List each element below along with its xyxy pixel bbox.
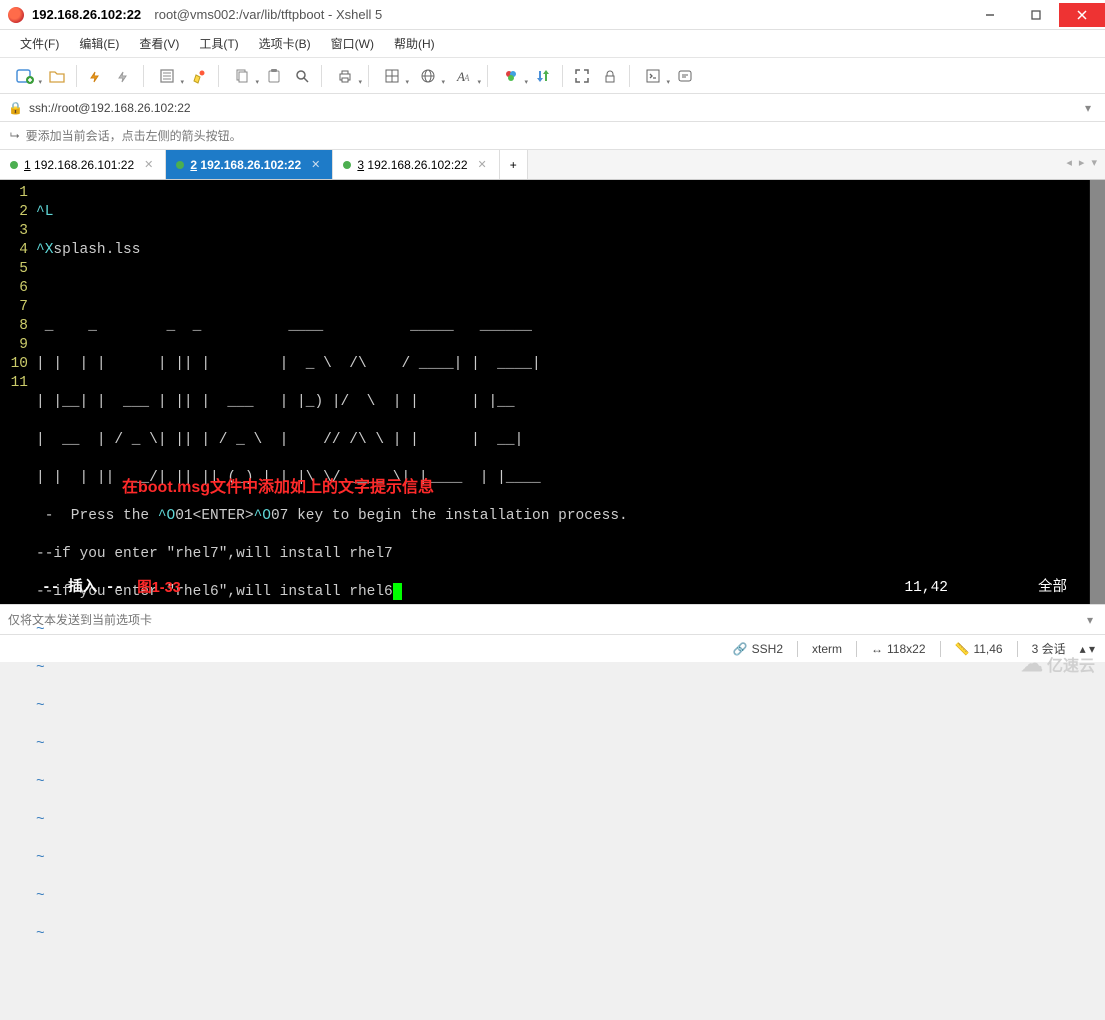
vim-position: 11,42 (904, 579, 948, 598)
tab-close-icon[interactable]: ✕ (144, 158, 153, 171)
title-host: 192.168.26.102:22 (32, 7, 141, 22)
app-icon (8, 7, 24, 23)
terminal-scrollbar[interactable] (1089, 180, 1105, 604)
hint-arrow-icon[interactable]: ⮡ (10, 128, 20, 143)
menu-view[interactable]: 查看(V) (131, 31, 187, 56)
print-button[interactable]: ▾ (328, 62, 362, 90)
disconnect-button[interactable] (111, 62, 137, 90)
toolbar: ▾ ▾ ▾ ▾ ▾ ▾ AA▾ ▾ ▾ (0, 58, 1105, 94)
copy-button[interactable]: ▾ (225, 62, 259, 90)
menu-tabs[interactable]: 选项卡(B) (251, 31, 319, 56)
close-button[interactable] (1059, 3, 1105, 27)
color-button[interactable]: ▾ (494, 62, 528, 90)
watermark: ☁ 亿速云 (1021, 651, 1095, 677)
font-button[interactable]: AA▾ (447, 62, 481, 90)
highlight-button[interactable] (186, 62, 212, 90)
properties-button[interactable]: ▾ (150, 62, 184, 90)
cloud-icon: ☁ (1021, 651, 1043, 677)
maximize-button[interactable] (1013, 3, 1059, 27)
transfer-button[interactable] (530, 62, 556, 90)
tab-3[interactable]: 3 192.168.26.102:22 ✕ (333, 150, 499, 179)
tab-add[interactable]: + (500, 150, 528, 179)
menu-window[interactable]: 窗口(W) (323, 31, 382, 56)
layout-button[interactable]: ▾ (375, 62, 409, 90)
svg-text:A: A (463, 73, 470, 83)
annotation-text: 在boot.msg文件中添加如上的文字提示信息 (122, 478, 434, 497)
title-path: root@vms002:/var/lib/tftpboot - Xshell 5 (147, 7, 382, 22)
menu-file[interactable]: 文件(F) (12, 31, 67, 56)
titlebar: 192.168.26.102:22 root@vms002:/var/lib/t… (0, 0, 1105, 30)
script-button[interactable]: ▾ (636, 62, 670, 90)
vim-mode: -- 插入 -- (42, 579, 123, 598)
open-button[interactable] (44, 62, 70, 90)
vim-percent: 全部 (1038, 579, 1067, 598)
compose-button[interactable] (672, 62, 698, 90)
fullscreen-button[interactable] (569, 62, 595, 90)
tab-1[interactable]: 1 192.168.26.101:22 ✕ (0, 150, 166, 179)
terminal-content[interactable]: ^L ^Xsplash.lss _ _ _ _ ____ _____ _____… (34, 180, 1089, 604)
paste-button[interactable] (261, 62, 287, 90)
encoding-button[interactable]: ▾ (411, 62, 445, 90)
status-dot-icon (176, 161, 184, 169)
hint-text: 要添加当前会话，点击左侧的箭头按钮。 (26, 127, 242, 144)
tab-nav[interactable]: ◂ ▸ ▾ (1066, 156, 1099, 169)
reconnect-button[interactable] (83, 62, 109, 90)
tab-close-icon[interactable]: ✕ (478, 158, 487, 171)
menubar: 文件(F) 编辑(E) 查看(V) 工具(T) 选项卡(B) 窗口(W) 帮助(… (0, 30, 1105, 58)
menu-tools[interactable]: 工具(T) (191, 31, 246, 56)
lock-icon: 🔒 (8, 101, 23, 115)
line-gutter: 1234567891011 (0, 180, 34, 604)
lock-button[interactable] (597, 62, 623, 90)
address-input[interactable] (29, 101, 1079, 115)
status-dot-icon (10, 161, 18, 169)
menu-edit[interactable]: 编辑(E) (71, 31, 127, 56)
address-dropdown[interactable]: ▾ (1079, 101, 1097, 115)
hint-bar: ⮡ 要添加当前会话，点击左侧的箭头按钮。 (0, 122, 1105, 150)
vim-status-line: -- 插入 -- 图1-33 11,42 全部 (34, 579, 1075, 598)
tab-2[interactable]: 2 192.168.26.102:22 ✕ (166, 150, 333, 179)
tab-bar: 1 192.168.26.101:22 ✕ 2 192.168.26.102:2… (0, 150, 1105, 180)
menu-help[interactable]: 帮助(H) (386, 31, 443, 56)
new-session-button[interactable]: ▾ (8, 62, 42, 90)
find-button[interactable] (289, 62, 315, 90)
minimize-button[interactable] (967, 3, 1013, 27)
address-bar: 🔒 ▾ (0, 94, 1105, 122)
terminal[interactable]: 1234567891011 ^L ^Xsplash.lss _ _ _ _ __… (0, 180, 1105, 604)
figure-label: 图1-33 (137, 579, 181, 598)
tab-close-icon[interactable]: ✕ (311, 158, 320, 171)
status-dot-icon (343, 161, 351, 169)
